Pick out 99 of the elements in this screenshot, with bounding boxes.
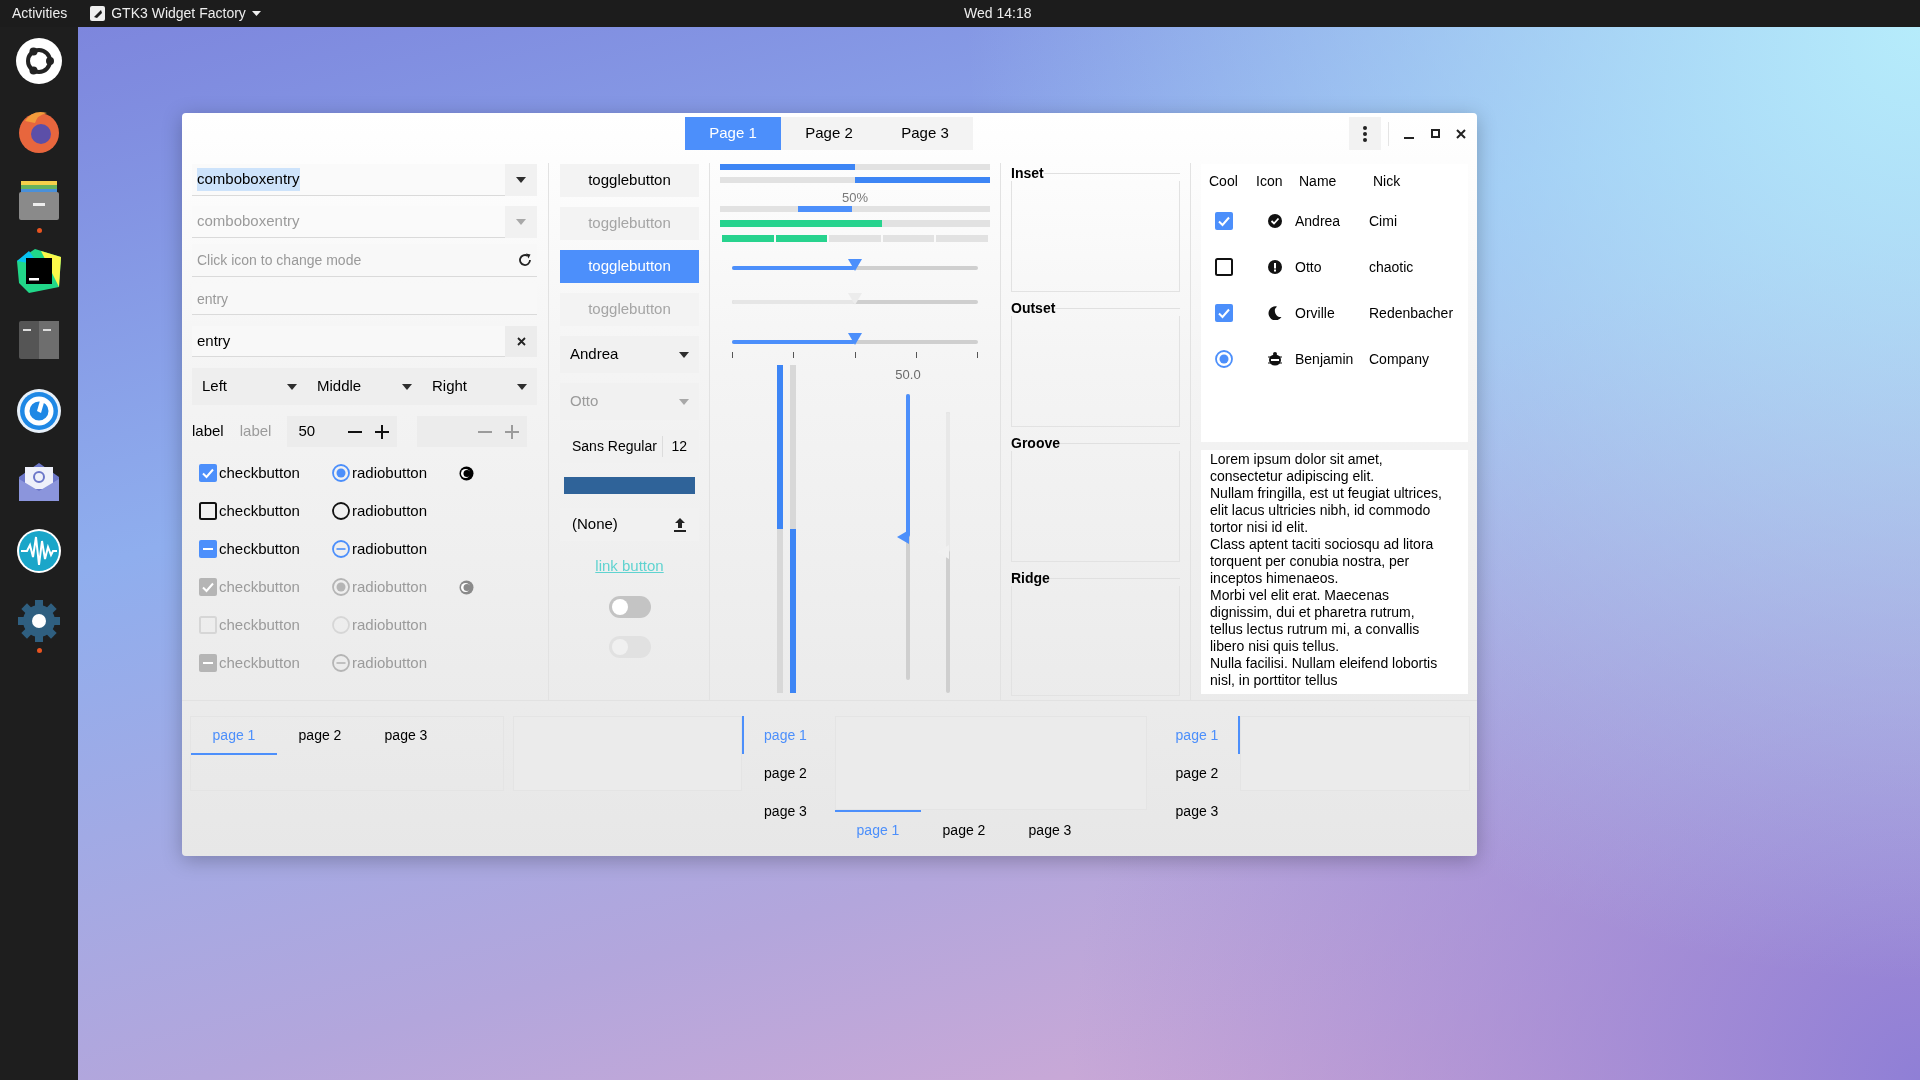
activities-button[interactable]: Activities (12, 3, 68, 24)
radio-button[interactable] (332, 540, 350, 558)
column-header[interactable]: Name (1299, 170, 1373, 192)
checkbox-label[interactable]: checkbutton (219, 461, 300, 485)
close-icon (1456, 128, 1466, 139)
column-header[interactable]: Nick (1373, 170, 1468, 192)
waveform-icon[interactable] (15, 527, 63, 575)
menu-icon (1363, 125, 1367, 142)
font-name: Sans Regular (572, 436, 664, 457)
frame-label: Ridge (1011, 570, 1050, 586)
spin-button[interactable]: 50 (287, 416, 398, 447)
tab[interactable]: page 2 (277, 717, 363, 755)
ring-logo-icon[interactable] (15, 37, 63, 85)
caret-icon (516, 219, 526, 225)
checkbox[interactable] (199, 502, 217, 520)
dropdown-button[interactable]: Left (192, 368, 307, 405)
running-indicator (36, 228, 42, 233)
clock[interactable]: Wed 14:18 (964, 3, 1032, 24)
tab[interactable]: page 3 (1007, 810, 1093, 848)
checkbox-label[interactable]: checkbutton (219, 537, 300, 561)
tab[interactable]: page 3 (1156, 792, 1240, 830)
checkbox[interactable] (199, 464, 217, 482)
checkbox[interactable] (1215, 304, 1233, 322)
toggle-button[interactable]: togglebutton (560, 164, 699, 197)
font-size: 12 (670, 437, 687, 456)
slider-thumb[interactable] (897, 530, 909, 544)
combo-box[interactable]: Andrea (560, 336, 699, 373)
radio-label[interactable]: radiobutton (352, 537, 428, 561)
ide-icon[interactable] (15, 247, 63, 295)
slider-thumb[interactable] (848, 333, 862, 345)
gear-icon[interactable] (15, 597, 63, 645)
app-menu[interactable]: GTK3 Widget Factory (90, 3, 261, 24)
caret-icon (287, 383, 297, 390)
progress-text: 50% (842, 190, 868, 206)
checkbox-label[interactable]: checkbutton (219, 499, 300, 523)
table-cell-text: Company (1369, 349, 1429, 369)
stack-tab[interactable]: Page 2 (781, 117, 877, 150)
plus-icon (375, 424, 390, 439)
table-cell-text: Andrea (1295, 211, 1342, 231)
minus-icon (348, 430, 363, 433)
dropdown-button[interactable] (505, 164, 537, 196)
menu-button[interactable] (1349, 117, 1381, 150)
stack-tab[interactable]: Page 3 (877, 117, 973, 150)
upload-icon (673, 517, 687, 532)
gauge-icon[interactable] (15, 387, 63, 435)
table-cell-text: Otto (1295, 257, 1323, 277)
warning-icon (1268, 260, 1282, 274)
table-cell-text: Orville (1295, 303, 1336, 323)
plus-icon (505, 424, 520, 439)
dropdown-button[interactable]: Middle (307, 368, 422, 405)
paragraph: Morbi vel elit erat. Maecenas dignissim, dui et pharetra rutrum, tellus lectus rutrum mi, a convallis libero nisi quis tellus. (1210, 587, 1421, 655)
caret-icon (516, 177, 526, 183)
radio-button[interactable] (332, 502, 350, 520)
caret-icon (251, 11, 261, 16)
clear-button[interactable] (505, 326, 537, 357)
checkbox[interactable] (1215, 212, 1233, 230)
tab[interactable]: page 2 (742, 754, 827, 792)
moon-icon (1268, 306, 1282, 320)
radio-button[interactable] (332, 464, 350, 482)
tab[interactable]: page 3 (363, 717, 449, 755)
check-circle-icon (1268, 214, 1282, 228)
checkbox[interactable] (199, 540, 217, 558)
caret-icon (517, 383, 527, 390)
bug-icon (1267, 352, 1283, 366)
tab[interactable]: page 2 (921, 810, 1007, 848)
paragraph: Nullam fringilla, est ut feugiat ultrices, elit lacus ultricies nibh, id commodo tortor nisi id elit. (1210, 485, 1443, 536)
table-cell-text: Benjamin (1295, 349, 1355, 369)
column-header[interactable]: Icon (1256, 170, 1299, 192)
table-cell-text: chaotic (1369, 257, 1414, 277)
tab[interactable]: page 3 (742, 792, 827, 830)
scale-value: 50.0 (895, 366, 921, 383)
running-indicator (36, 648, 42, 653)
caret-icon (679, 351, 689, 358)
minus-icon (478, 430, 493, 433)
radio-button[interactable] (459, 465, 474, 481)
radio-label[interactable]: radiobutton (352, 461, 428, 485)
label-text: label (192, 421, 224, 442)
refresh-icon[interactable] (518, 253, 532, 267)
table-cell-text: Redenbacher (1369, 303, 1454, 323)
frame-label: Groove (1011, 435, 1060, 451)
paragraph: Nulla facilisi. Nullam eleifend lobortis nisl, in porttitor tellus (1210, 655, 1439, 689)
frame-label: Inset (1011, 165, 1044, 181)
app-icon (90, 6, 106, 21)
radio-button[interactable] (1215, 350, 1233, 368)
paragraph: Class aptent taciti sociosqu ad litora torquent per conubia nostra, per inceptos himenaeos. (1210, 536, 1435, 587)
paragraph: Lorem ipsum dolor sit amet, consectetur adipiscing elit. (1210, 451, 1384, 485)
close-icon (516, 337, 526, 346)
column-header[interactable]: Cool (1209, 170, 1256, 192)
caret-icon (402, 383, 412, 390)
frame-label: Outset (1011, 300, 1056, 316)
dropdown-button[interactable]: Right (422, 368, 537, 405)
slider-thumb[interactable] (848, 259, 862, 271)
radio-label[interactable]: radiobutton (352, 499, 428, 523)
tab[interactable]: page 2 (1156, 754, 1240, 792)
caret-icon (679, 398, 689, 405)
label-text: label (239, 421, 272, 442)
table-cell-text: Cimi (1369, 211, 1397, 231)
toggle-switch[interactable] (608, 595, 651, 618)
checkbox[interactable] (1215, 258, 1233, 276)
